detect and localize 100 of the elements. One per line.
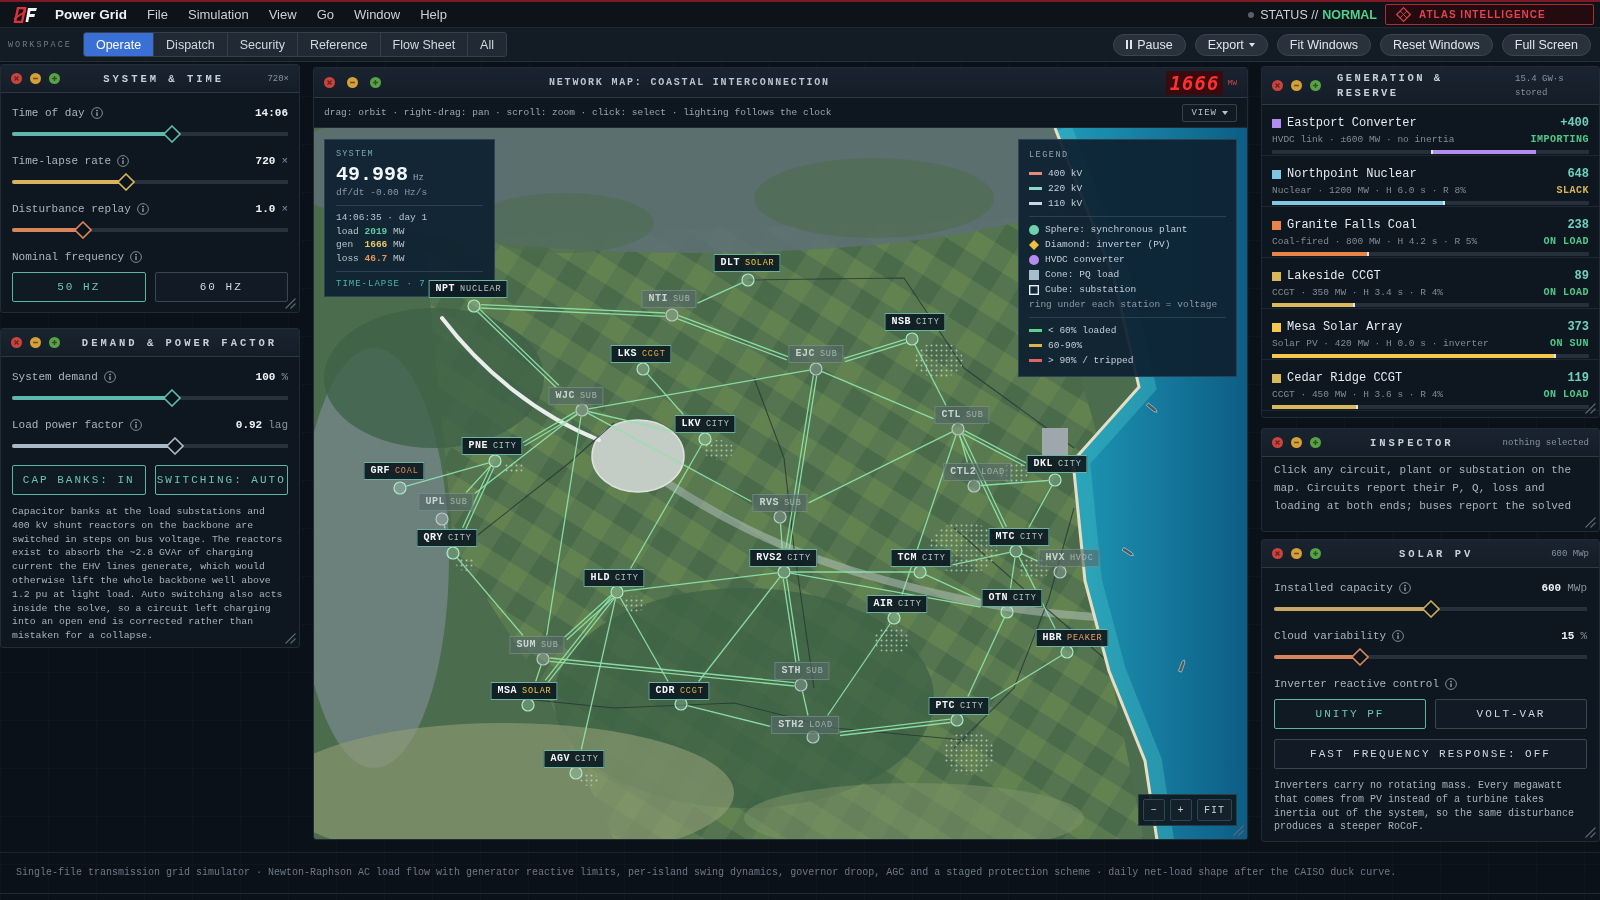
- minimize-icon[interactable]: [1291, 80, 1302, 91]
- close-icon[interactable]: [1272, 548, 1283, 559]
- transmission-line[interactable]: [1009, 556, 1016, 590]
- slider-thumb[interactable]: [73, 221, 92, 239]
- toolbar-button[interactable]: Export: [1194, 33, 1268, 56]
- info-icon[interactable]: [1398, 582, 1411, 594]
- info-icon[interactable]: [136, 203, 149, 215]
- resize-grip-icon[interactable]: [285, 633, 296, 644]
- station-label[interactable]: OTN CITY: [981, 589, 1043, 607]
- station-label[interactable]: DLT SOLAR: [713, 254, 781, 272]
- info-icon[interactable]: [130, 419, 143, 431]
- menu-item[interactable]: Window: [343, 3, 411, 26]
- toolbar-button[interactable]: Full Screen: [1501, 33, 1591, 56]
- station-label[interactable]: QRY CITY: [416, 529, 478, 547]
- station-label[interactable]: STH SUB: [774, 662, 830, 680]
- maximize-icon[interactable]: [49, 337, 60, 348]
- slider-thumb[interactable]: [165, 437, 184, 455]
- slider-thumb[interactable]: [162, 125, 181, 143]
- toolbar-button[interactable]: Reset Windows: [1379, 33, 1493, 56]
- maximize-icon[interactable]: [1310, 437, 1321, 448]
- station-ring-icon[interactable]: [1060, 645, 1074, 659]
- option-button[interactable]: UNITY PF: [1274, 699, 1426, 729]
- slider-thumb[interactable]: [162, 389, 181, 407]
- station-label[interactable]: RVS2 CITY: [749, 549, 817, 567]
- close-icon[interactable]: [1272, 80, 1283, 91]
- station-label[interactable]: DKL CITY: [1026, 455, 1088, 473]
- transmission-line[interactable]: [522, 411, 578, 447]
- station-ring-icon[interactable]: [674, 697, 688, 711]
- station-label[interactable]: NTI SUB: [641, 290, 697, 308]
- maximize-icon[interactable]: [1310, 80, 1321, 91]
- zoom-button[interactable]: −: [1143, 799, 1165, 821]
- toolbar-button[interactable]: Pause: [1113, 33, 1186, 56]
- toggle-button[interactable]: SWITCHING: AUTO: [154, 465, 288, 495]
- station-label[interactable]: RVS SUB: [752, 494, 808, 512]
- resize-grip-icon[interactable]: [1233, 825, 1244, 836]
- slider-thumb[interactable]: [1421, 600, 1440, 618]
- info-icon[interactable]: [90, 107, 103, 119]
- station-label[interactable]: MTC CITY: [988, 528, 1050, 546]
- menu-item[interactable]: View: [258, 3, 307, 26]
- station-label[interactable]: CDR CCGT: [648, 682, 710, 700]
- close-icon[interactable]: [1272, 437, 1283, 448]
- station-ring-icon[interactable]: [521, 698, 535, 712]
- menu-item[interactable]: File: [137, 3, 178, 26]
- intelligence-button[interactable]: ATLAS INTELLIGENCE: [1385, 4, 1594, 25]
- station-label[interactable]: TCM CITY: [890, 549, 952, 567]
- station-label[interactable]: LKV CITY: [674, 415, 736, 433]
- zoom-button[interactable]: +: [1170, 799, 1192, 821]
- station-ring-icon[interactable]: [777, 565, 791, 579]
- slider-thumb[interactable]: [1350, 648, 1369, 666]
- menu-item[interactable]: Go: [306, 3, 344, 26]
- close-icon[interactable]: [11, 337, 22, 348]
- option-button[interactable]: 60 HZ: [154, 272, 288, 302]
- station-ring-icon[interactable]: [913, 565, 927, 579]
- station-label[interactable]: STH2 LOAD: [771, 716, 839, 734]
- minimize-icon[interactable]: [1291, 548, 1302, 559]
- info-icon[interactable]: [1392, 630, 1405, 642]
- station-label[interactable]: HBR PEAKER: [1035, 629, 1109, 647]
- station-label[interactable]: CTL2 LOAD: [943, 463, 1011, 481]
- maximize-icon[interactable]: [1310, 548, 1321, 559]
- option-button[interactable]: 50 HZ: [12, 272, 146, 302]
- station-label[interactable]: AGV CITY: [543, 750, 605, 768]
- station-label[interactable]: NSB CITY: [884, 313, 946, 331]
- slider-thumb[interactable]: [117, 173, 135, 191]
- resize-grip-icon[interactable]: [285, 298, 296, 309]
- station-label[interactable]: HLD CITY: [583, 569, 645, 587]
- minimize-icon[interactable]: [347, 77, 358, 88]
- zoom-button[interactable]: FIT: [1197, 799, 1232, 821]
- station-label[interactable]: PTC CITY: [928, 697, 990, 715]
- menu-item[interactable]: Help: [410, 3, 457, 26]
- station-label[interactable]: AIR CITY: [866, 595, 928, 613]
- maximize-icon[interactable]: [49, 73, 60, 84]
- info-icon[interactable]: [1445, 678, 1458, 690]
- transmission-line[interactable]: [838, 718, 952, 737]
- station-label[interactable]: WJC SUB: [548, 387, 604, 405]
- info-icon[interactable]: [117, 155, 130, 167]
- station-ring-icon[interactable]: [950, 713, 964, 727]
- transmission-line[interactable]: [476, 308, 560, 389]
- resize-grip-icon[interactable]: [1585, 517, 1596, 528]
- menu-item[interactable]: Simulation: [177, 3, 259, 26]
- station-label[interactable]: LKS CCGT: [610, 345, 672, 363]
- station-label[interactable]: NPT NUCLEAR: [428, 280, 508, 298]
- transmission-line[interactable]: [686, 704, 771, 727]
- toggle-button[interactable]: FAST FREQUENCY RESPONSE: OFF: [1274, 739, 1587, 769]
- close-icon[interactable]: [11, 73, 22, 84]
- station-ring-icon[interactable]: [569, 766, 583, 780]
- toolbar-button[interactable]: Fit Windows: [1276, 33, 1371, 56]
- station-ring-icon[interactable]: [610, 585, 624, 599]
- station-ring-icon[interactable]: [1009, 544, 1023, 558]
- station-ring-icon[interactable]: [887, 611, 901, 625]
- view-button[interactable]: VIEW: [1182, 103, 1237, 122]
- minimize-icon[interactable]: [30, 73, 41, 84]
- workspace-tab[interactable]: Operate: [83, 33, 155, 56]
- transmission-line[interactable]: [587, 412, 753, 503]
- close-icon[interactable]: [324, 77, 335, 88]
- station-label[interactable]: PNE CITY: [461, 437, 523, 455]
- info-icon[interactable]: [130, 251, 143, 263]
- minimize-icon[interactable]: [1291, 437, 1302, 448]
- minimize-icon[interactable]: [30, 337, 41, 348]
- option-button[interactable]: VOLT-VAR: [1435, 699, 1587, 729]
- toggle-button[interactable]: CAP BANKS: IN: [12, 465, 146, 495]
